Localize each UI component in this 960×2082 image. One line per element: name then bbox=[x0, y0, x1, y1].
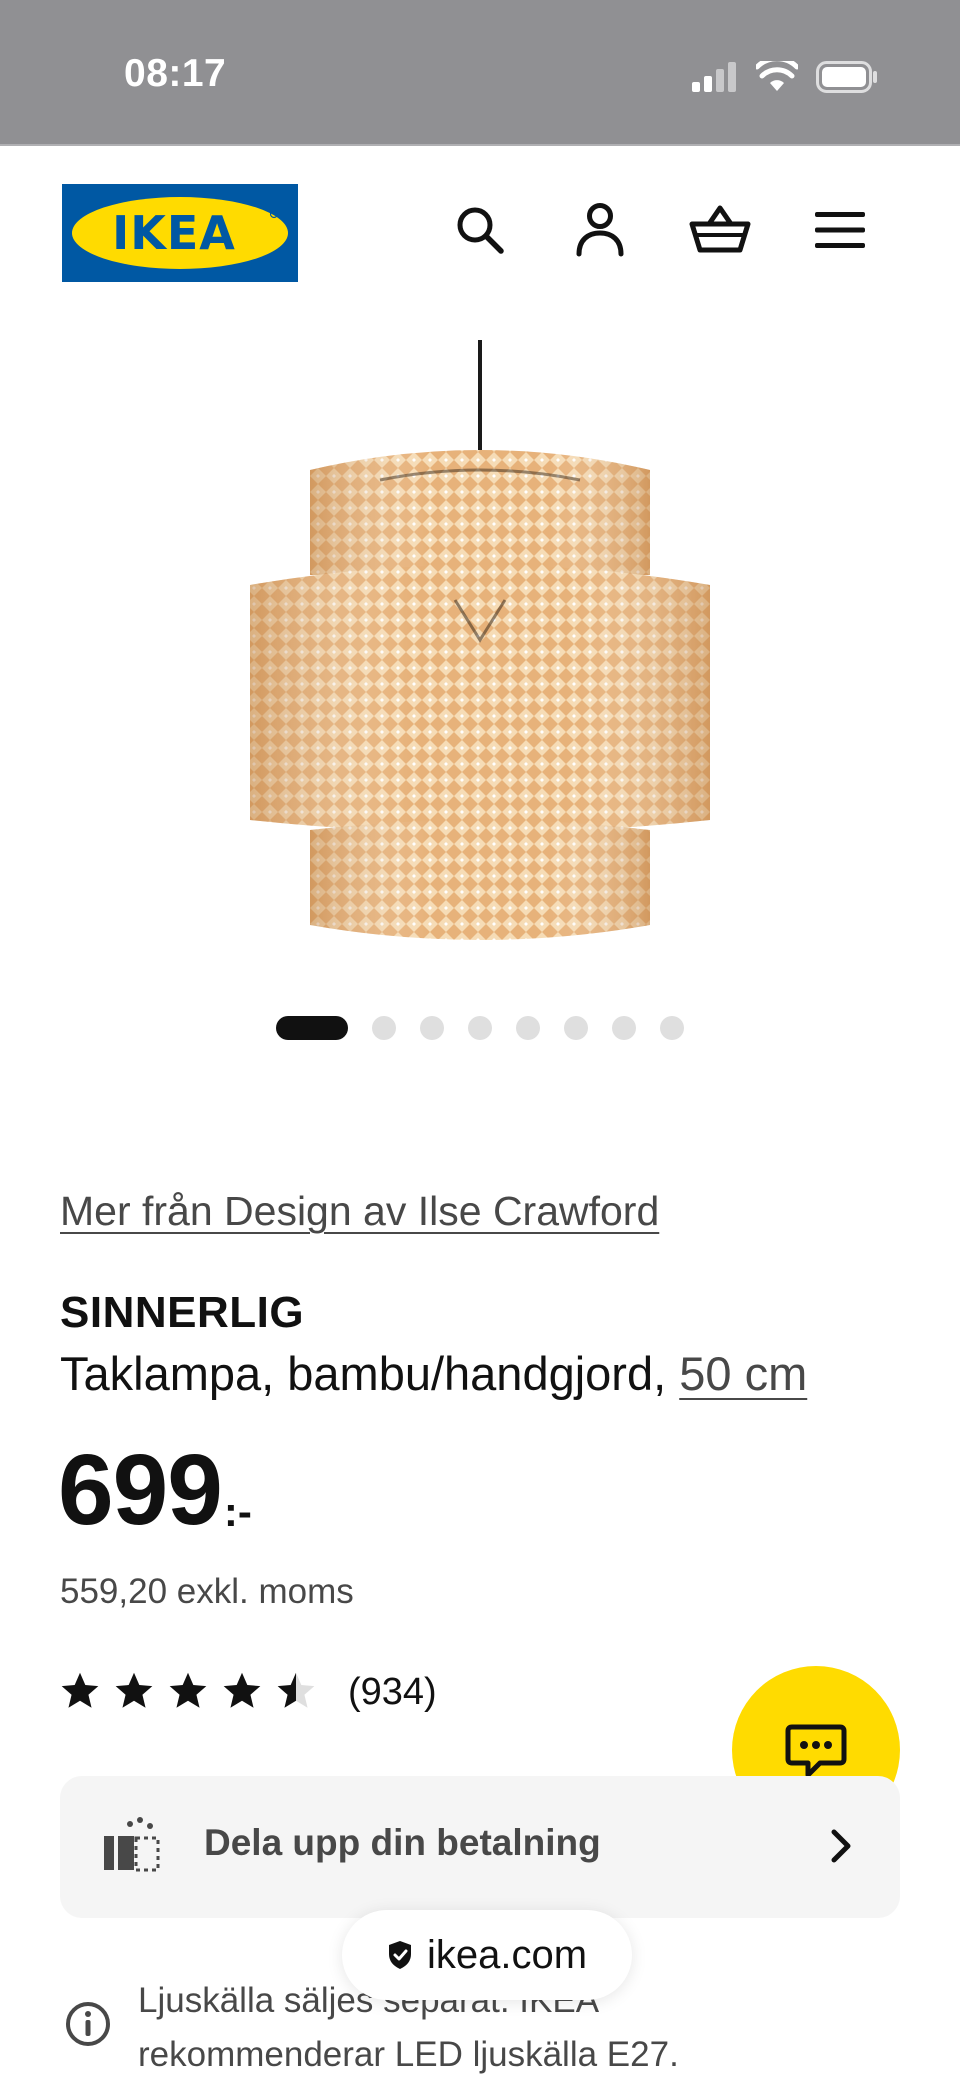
battery-icon bbox=[816, 61, 877, 93]
status-bar: 08:17 bbox=[0, 0, 960, 146]
site-header: IKEA bbox=[0, 146, 960, 306]
status-icons bbox=[692, 60, 878, 94]
carousel-dot-1[interactable] bbox=[276, 1016, 348, 1040]
logo-text: IKEA bbox=[112, 206, 236, 260]
star-icon bbox=[61, 1672, 99, 1708]
designer-link[interactable]: Mer från Design av Ilse Crawford bbox=[60, 1188, 659, 1235]
menu-icon[interactable] bbox=[808, 198, 872, 262]
star-icon bbox=[223, 1672, 261, 1708]
split-payment-label: Dela upp din betalning bbox=[204, 1822, 601, 1863]
star-icon bbox=[115, 1672, 153, 1708]
price-value: 699 bbox=[58, 1434, 223, 1546]
product-description: Taklampa, bambu/handgjord, 50 cm bbox=[60, 1346, 807, 1401]
carousel-dot-6[interactable] bbox=[564, 1016, 588, 1040]
review-count: (934) bbox=[348, 1670, 437, 1713]
info-icon bbox=[66, 2002, 110, 2046]
carousel-dot-2[interactable] bbox=[372, 1016, 396, 1040]
carousel-dot-4[interactable] bbox=[468, 1016, 492, 1040]
product-description-text: Taklampa, bambu/handgjord, bbox=[60, 1347, 667, 1400]
image-carousel-dots bbox=[276, 1016, 708, 1040]
wifi-icon bbox=[756, 61, 798, 91]
chat-icon bbox=[785, 1724, 847, 1778]
split-payment-banner[interactable]: Dela upp din betalning bbox=[60, 1776, 900, 1918]
carousel-dot-5[interactable] bbox=[516, 1016, 540, 1040]
ikea-logo[interactable]: IKEA bbox=[62, 184, 298, 282]
star-icon bbox=[169, 1672, 207, 1708]
status-time: 08:17 bbox=[124, 52, 227, 95]
product-rating[interactable]: (934) bbox=[58, 1666, 437, 1718]
half-star-icon bbox=[277, 1672, 315, 1708]
product-image[interactable] bbox=[230, 340, 730, 960]
size-link[interactable]: 50 cm bbox=[679, 1347, 807, 1400]
url-text: ikea.com bbox=[426, 1932, 588, 1977]
browser-url-bar[interactable]: ikea.com bbox=[342, 1910, 632, 2000]
account-icon[interactable] bbox=[568, 198, 632, 262]
carousel-dot-8[interactable] bbox=[660, 1016, 684, 1040]
product-name: SINNERLIG bbox=[60, 1288, 305, 1337]
cellular-signal-icon bbox=[692, 62, 736, 92]
chevron-right-icon bbox=[831, 1829, 851, 1863]
cart-icon[interactable] bbox=[688, 198, 752, 262]
price-excl-vat: 559,20 exkl. moms bbox=[60, 1572, 354, 1611]
shield-icon bbox=[388, 1941, 411, 1969]
product-price: 699 :- bbox=[58, 1440, 252, 1540]
carousel-dot-3[interactable] bbox=[420, 1016, 444, 1040]
search-icon[interactable] bbox=[448, 198, 512, 262]
carousel-dot-7[interactable] bbox=[612, 1016, 636, 1040]
price-suffix: :- bbox=[223, 1488, 252, 1535]
split-payment-icon bbox=[104, 1817, 160, 1872]
